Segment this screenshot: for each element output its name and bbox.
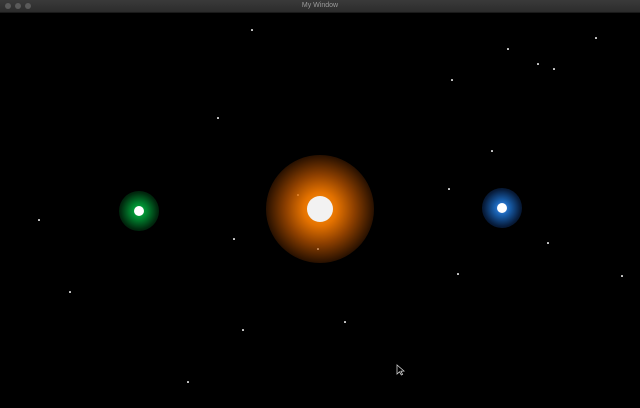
star xyxy=(38,219,40,221)
star xyxy=(553,68,555,70)
star xyxy=(344,321,346,323)
star xyxy=(451,79,453,81)
green-planet[interactable] xyxy=(134,206,144,216)
star xyxy=(537,63,539,65)
star xyxy=(69,291,71,293)
mouse-pointer-icon xyxy=(396,364,406,376)
star xyxy=(507,48,509,50)
star xyxy=(187,381,189,383)
star xyxy=(217,117,219,119)
star xyxy=(547,242,549,244)
blue-planet[interactable] xyxy=(497,203,507,213)
star xyxy=(457,273,459,275)
star xyxy=(595,37,597,39)
star xyxy=(448,188,450,190)
space-canvas[interactable] xyxy=(0,13,640,408)
sun[interactable] xyxy=(307,196,333,222)
star xyxy=(491,150,493,152)
star xyxy=(233,238,235,240)
star xyxy=(621,275,623,277)
window-title: My Window xyxy=(301,2,339,9)
app-window: My Window xyxy=(0,0,640,408)
title-bar[interactable]: My Window xyxy=(0,0,640,13)
star xyxy=(251,29,253,31)
star xyxy=(242,329,244,331)
